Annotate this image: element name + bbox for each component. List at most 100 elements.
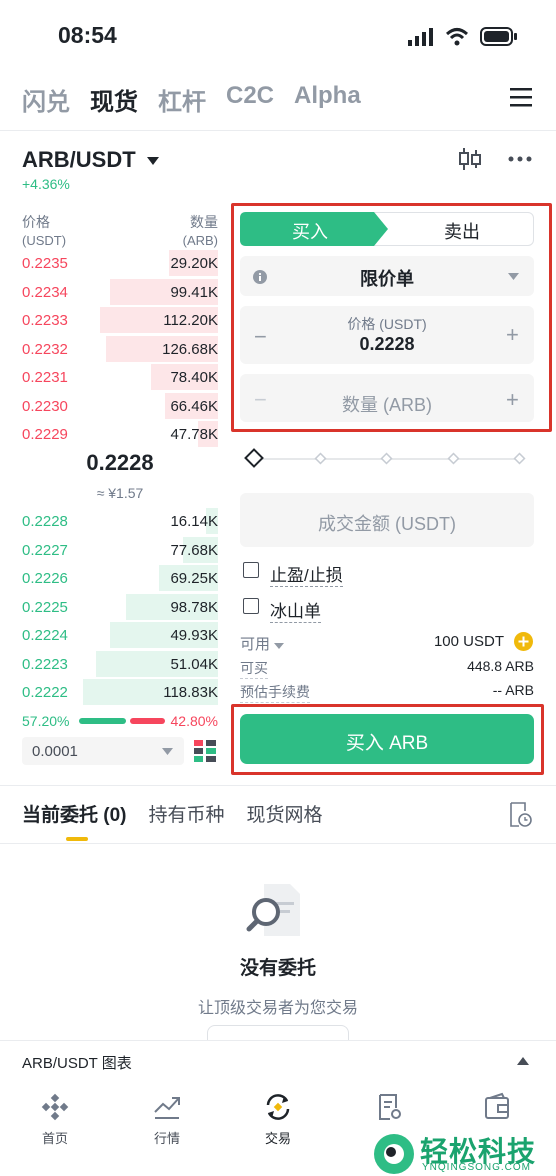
price-unit: (USDT) [22, 233, 67, 248]
ask-row[interactable]: 0.2234 99.41K [22, 278, 218, 307]
nav-markets[interactable]: 行情 [122, 1088, 212, 1147]
bid-row[interactable]: 0.2226 69.25K [22, 565, 218, 593]
ask-price: 0.2232 [22, 340, 68, 358]
status-bar: 08:54 [0, 0, 556, 70]
caret-down-icon [162, 748, 173, 755]
last-price-fiat: ≈ ¥1.57 [96, 485, 144, 501]
signal-icon [408, 28, 433, 46]
iceberg-checkbox[interactable] [243, 598, 259, 614]
chart-bar-label: ARB/USDT 图表 [22, 1055, 132, 1072]
fee-value: -- ARB [492, 682, 534, 698]
active-tab-indicator [66, 837, 88, 841]
ask-qty: 99.41K [170, 283, 218, 301]
bid-row[interactable]: 0.2227 77.68K [22, 536, 218, 565]
nav-markets-label: 行情 [153, 1131, 180, 1146]
tab-margin[interactable]: 杠杆 [158, 82, 206, 117]
buy-ratio-bar [79, 718, 126, 724]
bid-qty: 98.78K [170, 598, 218, 616]
caret-up-icon [517, 1057, 529, 1065]
empty-title: 没有委托 [239, 958, 316, 979]
bid-qty: 118.83K [163, 684, 218, 701]
divider [0, 785, 556, 786]
sell-ratio-bar [130, 718, 165, 724]
nav-home[interactable]: 首页 [10, 1088, 100, 1147]
pair-change: +4.36% [22, 176, 70, 192]
bid-price: 0.2225 [22, 598, 68, 616]
slider-step[interactable] [314, 452, 328, 466]
tab-spot[interactable]: 现货 [90, 82, 138, 117]
ask-row[interactable]: 0.2232 126.68K [22, 335, 218, 364]
slider-step[interactable] [380, 452, 394, 466]
bid-qty: 77.68K [170, 541, 218, 559]
ask-qty: 47.78K [170, 426, 218, 443]
order-history-icon[interactable] [508, 802, 532, 828]
bid-price: 0.2226 [22, 570, 68, 587]
qty-unit: (ARB) [182, 233, 218, 248]
caret-down-icon [146, 157, 159, 166]
precision-value: 0.0001 [32, 743, 78, 760]
pair-selector[interactable]: ARB/USDT [22, 147, 160, 173]
chart-bar[interactable]: ARB/USDT 图表 [0, 1040, 556, 1088]
candlestick-icon[interactable] [458, 148, 482, 170]
ask-qty: 112.20K [163, 312, 218, 329]
ask-price: 0.2230 [22, 397, 68, 415]
ask-row[interactable]: 0.2229 47.78K [22, 421, 218, 449]
precision-select[interactable]: 0.0001 [22, 737, 184, 765]
ask-price: 0.2234 [22, 283, 68, 301]
nav-futures[interactable] [344, 1088, 434, 1128]
orders-tabbar: 当前委托 (0) 持有币种 现货网格 [22, 800, 345, 827]
bid-row[interactable]: 0.2224 49.93K [22, 622, 218, 650]
document-icon [379, 1094, 401, 1120]
buy-ratio: 57.20% [22, 713, 70, 729]
tab-c2c[interactable]: C2C [226, 82, 274, 117]
bid-row[interactable]: 0.2225 98.78K [22, 593, 218, 622]
caret-down-icon [274, 643, 285, 649]
qty-header: 数量 [190, 214, 218, 230]
bid-price: 0.2223 [22, 655, 68, 673]
chart-line-icon [154, 1097, 180, 1119]
tab-alpha[interactable]: Alpha [294, 82, 361, 117]
tab-holdings[interactable]: 持有币种 [149, 800, 225, 827]
bid-row[interactable]: 0.2223 51.04K [22, 650, 218, 679]
bid-row[interactable]: 0.2222 118.83K [22, 679, 218, 707]
ask-row[interactable]: 0.2230 66.46K [22, 392, 218, 421]
divider [0, 843, 556, 844]
bid-qty: 16.14K [170, 513, 218, 530]
add-funds-icon[interactable] [514, 632, 533, 651]
slider-step[interactable] [447, 452, 461, 466]
available-text: 可用 [240, 636, 271, 653]
ask-qty: 78.40K [170, 369, 218, 386]
total-input[interactable]: 成交金额 (USDT) [240, 493, 534, 547]
price-header: 价格 [22, 214, 50, 230]
trade-swap-icon [266, 1094, 290, 1120]
sell-ratio: 42.80% [170, 713, 218, 729]
ask-row[interactable]: 0.2231 78.40K [22, 364, 218, 392]
fee-label: 预估手续费 [240, 682, 310, 703]
slider-handle[interactable] [244, 448, 266, 470]
nav-home-label: 首页 [41, 1131, 68, 1146]
slider-step[interactable] [513, 452, 527, 466]
ask-qty: 29.20K [170, 255, 218, 272]
nav-trade-label: 交易 [264, 1131, 291, 1146]
tp-sl-checkbox[interactable] [243, 562, 259, 578]
nav-assets[interactable] [452, 1088, 542, 1128]
more-icon[interactable] [508, 156, 532, 162]
ask-row[interactable]: 0.2233 112.20K [22, 307, 218, 335]
depth-view-icon[interactable] [194, 740, 216, 762]
empty-subtitle: 让顶级交易者为您交易 [197, 1000, 358, 1017]
tab-open-orders[interactable]: 当前委托 (0) [22, 800, 127, 827]
available-label[interactable]: 可用 [240, 633, 285, 654]
bid-row[interactable]: 0.2228 16.14K [22, 508, 218, 536]
bid-qty: 69.25K [170, 570, 218, 587]
ask-qty: 66.46K [170, 397, 218, 415]
ask-qty: 126.68K [162, 340, 218, 358]
pair-name: ARB/USDT [22, 147, 136, 172]
ask-price: 0.2229 [22, 426, 68, 443]
tab-convert[interactable]: 闪兑 [22, 82, 70, 117]
tab-spot-grid[interactable]: 现货网格 [247, 800, 323, 827]
menu-icon[interactable] [510, 86, 532, 108]
nav-trade[interactable]: 交易 [233, 1088, 323, 1147]
highlight-box-order-form [231, 203, 552, 432]
ask-row[interactable]: 0.2235 29.20K [22, 250, 218, 278]
top-nav: 闪兑 现货 杠杆 C2C Alpha [22, 82, 381, 117]
